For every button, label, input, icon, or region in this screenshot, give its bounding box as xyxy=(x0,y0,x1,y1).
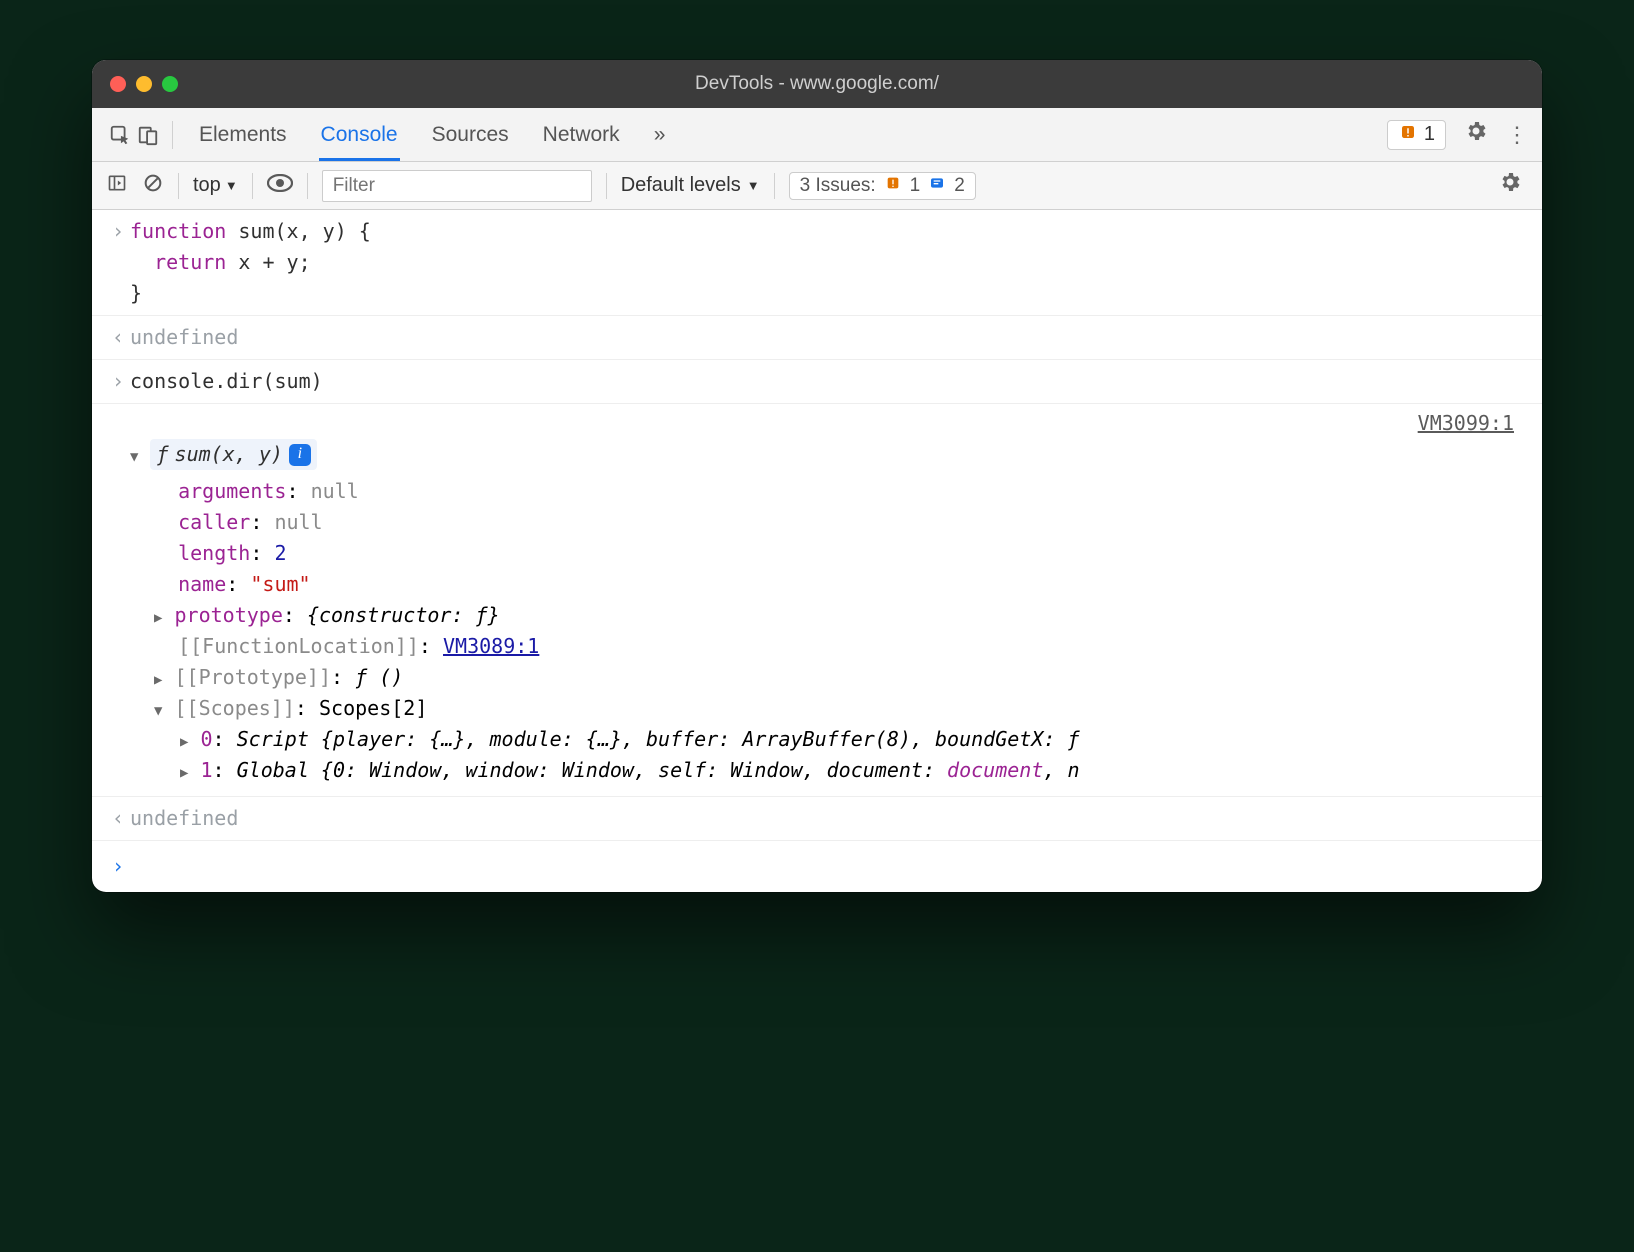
expand-toggle[interactable] xyxy=(154,703,162,719)
settings-icon[interactable] xyxy=(1464,119,1488,150)
dropdown-icon: ▼ xyxy=(747,178,760,193)
more-menu-icon[interactable]: ⋮ xyxy=(1506,122,1528,148)
output-marker-icon: ‹ xyxy=(106,322,130,353)
info-icon[interactable]: i xyxy=(289,444,311,466)
input-marker-icon: › xyxy=(106,216,130,309)
input-marker-icon: › xyxy=(106,366,130,397)
property-row[interactable]: arguments: null xyxy=(154,476,1532,507)
info-icon xyxy=(928,175,946,197)
console-settings-icon[interactable] xyxy=(1498,170,1522,201)
console-prompt[interactable]: › xyxy=(92,841,1542,892)
dropdown-icon: ▼ xyxy=(225,178,238,193)
console-result: ‹ undefined xyxy=(92,797,1542,841)
console-output: › function sum(x, y) { return x + y; } ‹… xyxy=(92,210,1542,892)
property-row[interactable]: [[Prototype]]: ƒ () xyxy=(154,662,1532,693)
expand-toggle[interactable] xyxy=(154,672,162,688)
property-row[interactable]: length: 2 xyxy=(154,538,1532,569)
property-row[interactable]: prototype: {constructor: ƒ} xyxy=(154,600,1532,631)
tab-more[interactable]: » xyxy=(652,109,668,161)
property-row[interactable]: [[Scopes]]: Scopes[2] xyxy=(154,693,1532,724)
issues-button[interactable]: 3 Issues: 1 2 xyxy=(789,172,976,200)
property-row[interactable]: caller: null xyxy=(154,507,1532,538)
output-marker-icon: ‹ xyxy=(106,803,130,834)
inspect-element-icon[interactable] xyxy=(106,124,134,146)
window-title: DevTools - www.google.com/ xyxy=(92,73,1542,95)
expand-toggle[interactable] xyxy=(154,610,162,626)
clear-console-icon[interactable] xyxy=(142,172,164,200)
log-levels-selector[interactable]: Default levels ▼ xyxy=(621,174,760,197)
tab-network[interactable]: Network xyxy=(541,109,622,161)
property-row[interactable]: name: "sum" xyxy=(154,569,1532,600)
tab-elements[interactable]: Elements xyxy=(197,109,289,161)
expand-toggle[interactable] xyxy=(180,734,188,750)
expand-toggle[interactable] xyxy=(130,449,138,465)
warnings-badge[interactable]: 1 xyxy=(1387,120,1446,150)
tab-sources[interactable]: Sources xyxy=(430,109,511,161)
device-toolbar-icon[interactable] xyxy=(134,124,162,146)
source-link[interactable]: VM3099:1 xyxy=(106,408,1532,439)
toggle-sidebar-icon[interactable] xyxy=(106,173,128,199)
expand-toggle[interactable] xyxy=(180,765,188,781)
warning-icon xyxy=(884,175,902,197)
console-input-echo: › function sum(x, y) { return x + y; } xyxy=(92,210,1542,316)
function-header[interactable]: ƒ sum(x, y) i xyxy=(150,439,316,470)
tab-console[interactable]: Console xyxy=(319,109,400,161)
live-expression-icon[interactable] xyxy=(267,174,293,198)
scope-entry[interactable]: 0: Script {player: {…}, module: {…}, buf… xyxy=(180,724,1532,755)
scope-entry[interactable]: 1: Global {0: Window, window: Window, se… xyxy=(180,755,1532,786)
prompt-marker-icon: › xyxy=(106,851,130,882)
filter-input[interactable] xyxy=(322,170,592,202)
main-tabbar: Elements Console Sources Network » 1 ⋮ xyxy=(92,108,1542,162)
titlebar: DevTools - www.google.com/ xyxy=(92,60,1542,108)
warning-icon xyxy=(1398,123,1418,147)
console-dir-output: VM3099:1 ƒ sum(x, y) i arguments: null c… xyxy=(92,404,1542,797)
devtools-window: DevTools - www.google.com/ Elements Cons… xyxy=(92,60,1542,892)
context-selector[interactable]: top ▼ xyxy=(193,174,238,197)
function-location-link[interactable]: VM3089:1 xyxy=(443,634,539,658)
property-row[interactable]: [[FunctionLocation]]: VM3089:1 xyxy=(154,631,1532,662)
console-toolbar: top ▼ Default levels ▼ 3 Issues: 1 2 xyxy=(92,162,1542,210)
warnings-count: 1 xyxy=(1424,123,1435,146)
console-input-echo: › console.dir(sum) xyxy=(92,360,1542,404)
console-result: ‹ undefined xyxy=(92,316,1542,360)
